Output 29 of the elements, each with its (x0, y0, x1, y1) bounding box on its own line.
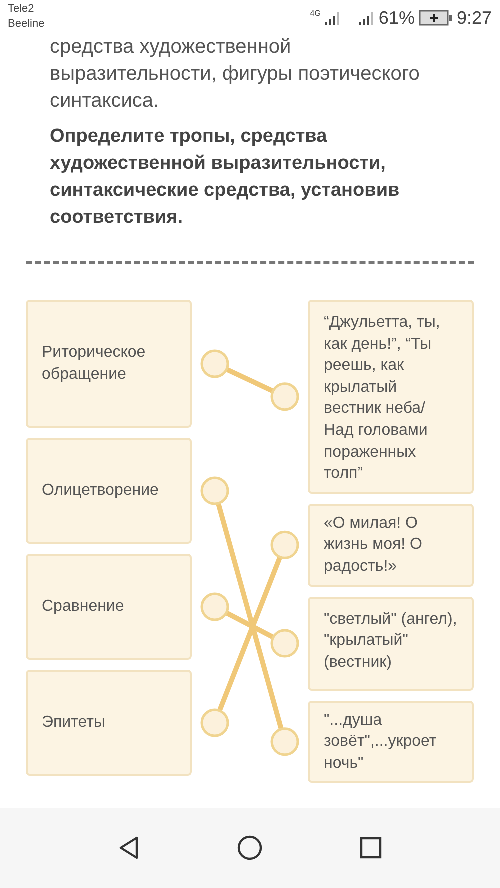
clock-time: 9:27 (456, 10, 492, 26)
match-card[interactable]: Эпитеты (26, 670, 192, 776)
network-label: 4G (310, 8, 321, 20)
match-card[interactable]: «О милая! О жизнь моя! О радость!» (308, 504, 474, 587)
match-card[interactable]: "светлый" (ангел), "крылатый" (вестник) (308, 596, 474, 691)
connector-handle[interactable] (200, 476, 230, 506)
signal-icon (324, 11, 341, 25)
connector-handle[interactable] (270, 728, 300, 756)
battery-charging-icon (418, 10, 453, 26)
connector-handle[interactable] (270, 629, 300, 658)
connector-handle[interactable] (270, 382, 300, 412)
match-card[interactable]: Риторическое обращение (26, 300, 192, 428)
connector-handle[interactable] (200, 708, 230, 738)
connector-handle[interactable] (200, 350, 230, 378)
match-card[interactable]: Олицетворение (26, 438, 192, 544)
match-card[interactable]: "...душа зовёт",...укроет ночь" (308, 700, 474, 784)
connector-handle[interactable] (270, 530, 300, 560)
intro-text: средства художественной выразительности, фигуры поэтического синтаксиса. (49, 35, 421, 114)
back-icon[interactable] (118, 836, 140, 860)
battery-percent: 61% (378, 10, 415, 26)
match-card[interactable]: Сравнение (26, 554, 192, 660)
connector-handle[interactable] (200, 592, 230, 622)
carrier-name: Beeline (8, 17, 45, 32)
signal-icon (358, 11, 375, 25)
question-text: Определите тропы, средства художественной выразительности, синтаксические средства, установив соответствия. (49, 125, 401, 230)
match-card[interactable]: “Джульетта, ты, как день!”, “Ты реешь, как крылатый вестник неба/ Над головами пораженных толп” (308, 300, 474, 494)
home-icon[interactable] (236, 835, 263, 861)
recents-icon[interactable] (360, 837, 382, 859)
carrier-name: Tele2 (8, 2, 36, 17)
